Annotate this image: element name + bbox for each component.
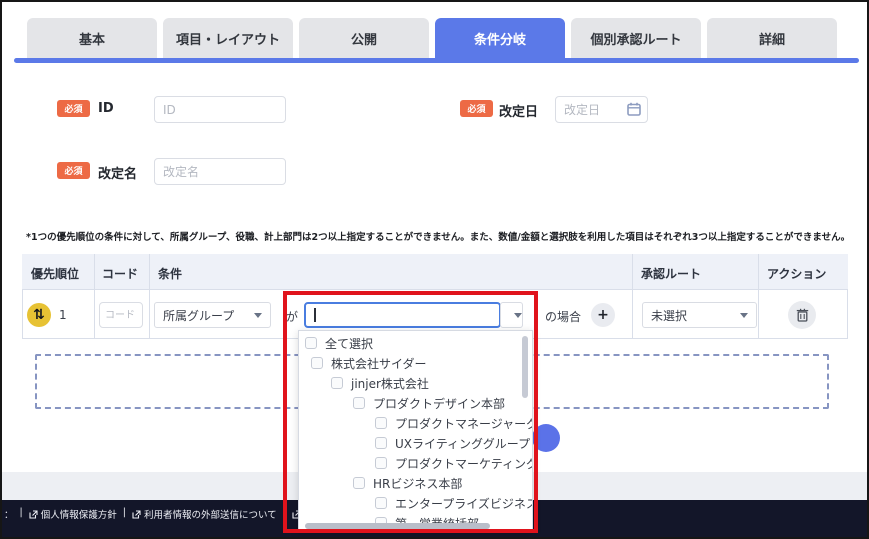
dropdown-vertical-scrollbar[interactable]: [522, 336, 528, 398]
condition-value-input[interactable]: [304, 302, 501, 328]
approval-route-select[interactable]: 未選択: [642, 302, 757, 328]
dropdown-item-product-marketing-group[interactable]: プロダクトマーケティンググ: [299, 453, 532, 473]
checkbox[interactable]: [353, 477, 365, 489]
dropdown-item-select-all[interactable]: 全て選択: [299, 333, 532, 353]
footer-prefix: ：: [4, 510, 14, 521]
add-row-fab[interactable]: [532, 424, 560, 452]
priority-number: 1: [59, 308, 67, 322]
revision-date-label: 改定日: [499, 105, 539, 120]
delete-row-button[interactable]: [788, 301, 816, 329]
dropdown-item-hr-business-div[interactable]: HRビジネス本部: [299, 473, 532, 493]
required-badge-id: 必須: [57, 100, 90, 117]
tab-publish[interactable]: 公開: [299, 18, 429, 59]
header-approval-route: 承認ルート: [641, 267, 702, 281]
checkbox[interactable]: [331, 377, 343, 389]
constraint-note: *1つの優先順位の条件に対して、所属グループ、役職、計上部門は2つ以上指定するこ…: [26, 232, 851, 243]
tab-condition-branch[interactable]: 条件分岐: [435, 18, 565, 59]
dropdown-item-jinjer[interactable]: jinjer株式会社: [299, 373, 532, 393]
trash-icon: [796, 308, 808, 322]
particle-text: が: [286, 310, 299, 324]
calendar-icon[interactable]: [627, 102, 641, 116]
add-condition-button[interactable]: +: [591, 303, 615, 327]
external-link-icon: [29, 509, 38, 519]
table-header-row: [22, 254, 848, 290]
checkbox[interactable]: [375, 437, 387, 449]
external-link-icon: [132, 509, 141, 519]
checkbox[interactable]: [353, 397, 365, 409]
dropdown-item-company-cider[interactable]: 株式会社サイダー: [299, 353, 532, 373]
revision-name-input[interactable]: [154, 158, 286, 185]
checkbox[interactable]: [375, 497, 387, 509]
checkbox[interactable]: [305, 337, 317, 349]
condition-field-select[interactable]: 所属グループ: [154, 302, 271, 328]
id-label: ID: [98, 101, 114, 116]
checkbox[interactable]: [311, 357, 323, 369]
chevron-down-icon: [514, 312, 522, 318]
header-code: コード: [102, 267, 139, 281]
revision-name-label: 改定名: [98, 167, 138, 182]
required-badge-revision-name: 必須: [57, 162, 90, 179]
dropdown-horizontal-scrollbar[interactable]: [305, 523, 490, 529]
tab-details[interactable]: 詳細: [707, 18, 837, 59]
active-tab-underline: [14, 58, 859, 63]
dropdown-item-enterprise-business-dept[interactable]: エンタープライズビジネス部: [299, 493, 532, 513]
tab-individual-approval-route[interactable]: 個別承認ルート: [571, 18, 701, 59]
dropdown-item-ux-writing-group[interactable]: UXライティンググループ: [299, 433, 532, 453]
id-input[interactable]: [154, 96, 286, 123]
header-action: アクション: [767, 267, 827, 281]
header-priority: 優先順位: [31, 267, 80, 281]
chevron-down-icon: [254, 312, 262, 318]
footer-link-privacy-policy[interactable]: 個人情報保護方針: [29, 507, 117, 521]
tab-item-layout[interactable]: 項目・レイアウト: [163, 18, 293, 59]
workflow-settings-screen: 基本 項目・レイアウト 公開 条件分岐 個別承認ルート 詳細 必須 ID 必須 …: [0, 0, 869, 539]
checkbox[interactable]: [375, 457, 387, 469]
footer-link-external-transmission[interactable]: 利用者情報の外部送信について: [132, 507, 277, 521]
dropdown-item-product-design-div[interactable]: プロダクトデザイン本部: [299, 393, 532, 413]
code-input[interactable]: [99, 302, 143, 328]
text-cursor: [314, 308, 316, 322]
required-badge-revision-date: 必須: [460, 100, 493, 117]
header-condition: 条件: [158, 267, 183, 281]
condition-value-dropdown-toggle[interactable]: [500, 302, 523, 328]
dropdown-item-product-manager-group[interactable]: プロダクトマネージャーグル: [299, 413, 532, 433]
chevron-down-icon: [740, 312, 748, 318]
tab-basic[interactable]: 基本: [27, 18, 157, 59]
suffix-text: の場合: [545, 310, 582, 324]
checkbox[interactable]: [375, 417, 387, 429]
group-selector-dropdown: 全て選択 株式会社サイダー jinjer株式会社 プロダクトデザイン本部 プロダ…: [298, 330, 533, 533]
sort-handle-icon[interactable]: ⇅: [27, 303, 51, 327]
